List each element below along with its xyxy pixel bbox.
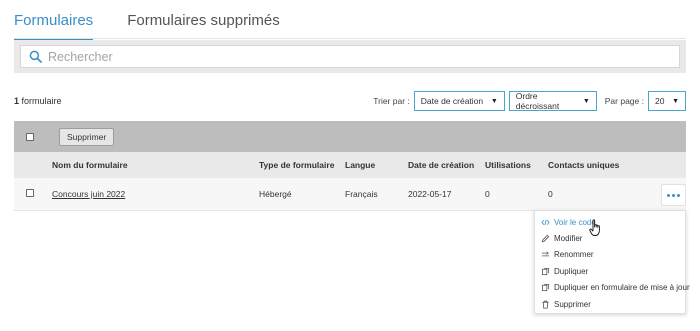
- sort-field-select[interactable]: Date de création ▼: [413, 91, 505, 111]
- dropdown-arrow-icon: ▼: [582, 97, 590, 105]
- duplicate-icon: [541, 267, 550, 275]
- sort-order-select[interactable]: Ordre décroissant ▼: [508, 91, 597, 111]
- result-count: 1 formulaire: [14, 96, 62, 106]
- sort-controls: Trier par : Date de création ▼ Ordre déc…: [373, 91, 686, 111]
- form-type: Hébergé: [259, 189, 292, 199]
- select-all-checkbox[interactable]: [26, 132, 34, 141]
- per-page-label: Par page :: [604, 96, 644, 106]
- menu-item-dupliquer-mise-a-jour[interactable]: Dupliquer en formulaire de mise à jour: [535, 280, 690, 296]
- per-page-value: 20: [655, 96, 665, 106]
- menu-item-label: Renommer: [554, 250, 594, 260]
- menu-item-renommer[interactable]: Renommer: [535, 247, 685, 263]
- sort-label: Trier par :: [373, 96, 410, 106]
- table-row: Concours juin 2022 Hébergé Français 2022…: [14, 178, 686, 210]
- form-created-date: 2022-05-17: [408, 189, 452, 199]
- table-header: Nom du formulaire Type de formulaire Lan…: [14, 152, 686, 178]
- menu-item-label: Dupliquer en formulaire de mise à jour: [554, 283, 690, 293]
- menu-item-supprimer[interactable]: Supprimer: [535, 296, 685, 312]
- menu-item-label: Dupliquer: [554, 266, 589, 276]
- bulk-toolbar: Supprimer: [14, 121, 686, 152]
- form-name-link[interactable]: Concours juin 2022: [52, 189, 125, 199]
- menu-item-dupliquer[interactable]: Dupliquer: [535, 263, 685, 279]
- per-page-select[interactable]: 20 ▼: [648, 91, 686, 111]
- dropdown-arrow-icon: ▼: [672, 97, 679, 105]
- more-dots-icon: [667, 193, 670, 197]
- rename-icon: [541, 251, 550, 257]
- pencil-icon: [541, 234, 550, 243]
- code-icon: [541, 219, 550, 225]
- menu-item-label: Modifier: [554, 234, 583, 244]
- search-input[interactable]: [48, 49, 648, 64]
- trash-icon: [542, 300, 549, 309]
- tab-formulaires-supprimes[interactable]: Formulaires supprimés: [127, 12, 280, 40]
- actions-menu: Voir le code Modifier Renommer Dupliquer…: [534, 210, 690, 314]
- column-header[interactable]: Contacts uniques: [548, 160, 619, 170]
- menu-item-label: Supprimer: [554, 299, 591, 309]
- delete-button[interactable]: Supprimer: [59, 127, 115, 146]
- sort-order-value: Ordre décroissant: [515, 91, 560, 111]
- column-header[interactable]: Type de formulaire: [259, 160, 334, 170]
- column-header[interactable]: Nom du formulaire: [52, 160, 128, 170]
- column-header[interactable]: Utilisations: [485, 160, 531, 170]
- dropdown-arrow-icon: ▼: [490, 97, 498, 105]
- row-checkbox[interactable]: [26, 189, 34, 197]
- menu-item-modifier[interactable]: Modifier: [535, 230, 685, 246]
- search-bar: [14, 40, 686, 73]
- column-header[interactable]: Date de création: [408, 160, 474, 170]
- search-box[interactable]: [20, 45, 680, 68]
- duplicate-update-icon: [541, 284, 550, 292]
- form-unique-contacts: 0: [548, 189, 553, 199]
- result-count-number: 1: [14, 96, 20, 106]
- form-language: Français: [345, 189, 378, 199]
- more-actions-button[interactable]: [661, 184, 686, 206]
- result-count-label: formulaire: [21, 96, 62, 106]
- form-uses: 0: [485, 189, 490, 199]
- sort-field-value: Date de création: [420, 96, 484, 106]
- tab-divider: [14, 38, 686, 39]
- column-header[interactable]: Langue: [345, 160, 375, 170]
- menu-item-voir-le-code[interactable]: Voir le code: [535, 214, 685, 230]
- search-icon: [29, 50, 42, 63]
- menu-item-label: Voir le code: [554, 217, 596, 227]
- tab-formulaires[interactable]: Formulaires: [14, 12, 94, 40]
- tab-bar: Formulaires Formulaires supprimés: [14, 12, 314, 40]
